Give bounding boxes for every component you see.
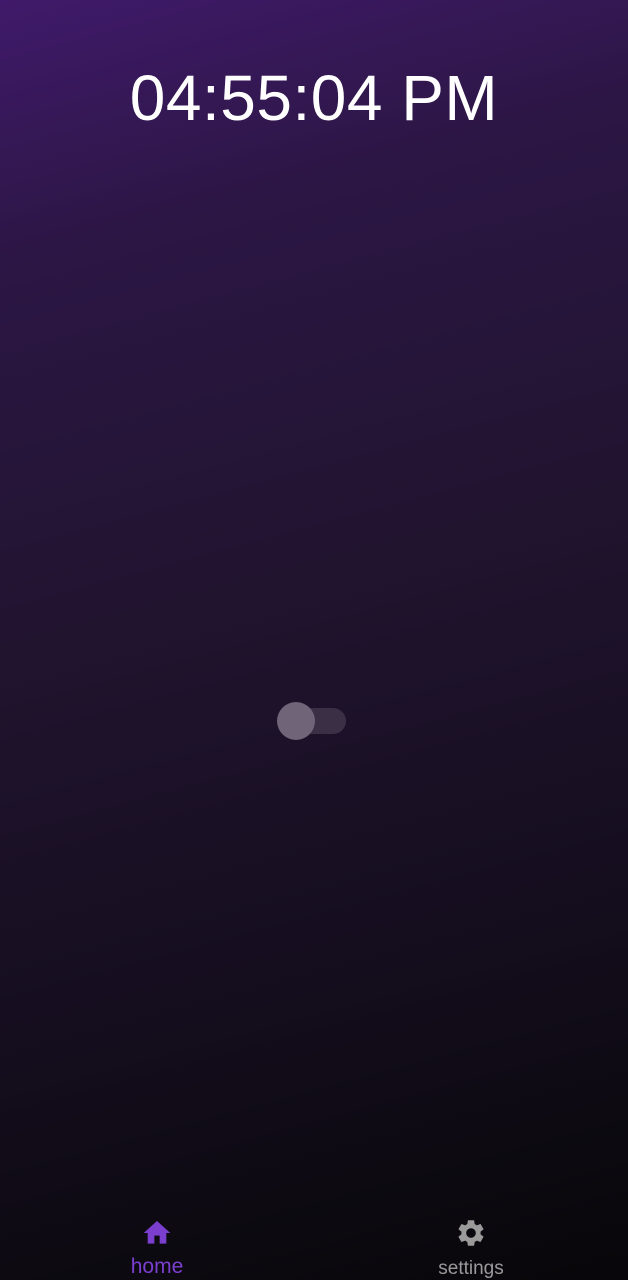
nav-label-settings: settings	[438, 1258, 504, 1279]
bottom-navigation: home settings	[0, 1205, 628, 1280]
gear-icon	[458, 1220, 484, 1246]
nav-label-home: home	[130, 1255, 184, 1278]
clock-time: 04:55:04 PM	[129, 62, 499, 134]
toggle-thumb[interactable]	[277, 702, 315, 740]
home-icon	[143, 1221, 171, 1244]
nav-item-home[interactable]: home	[57, 1205, 257, 1280]
nav-item-settings[interactable]: settings	[371, 1205, 571, 1280]
toggle-switch[interactable]	[277, 701, 347, 741]
